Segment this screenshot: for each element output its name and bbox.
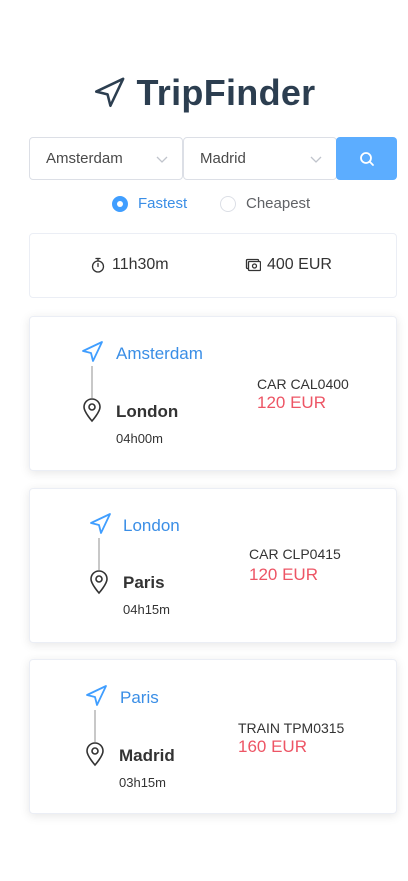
fastest-label: Fastest — [138, 195, 188, 212]
leg-price: 120 EUR — [257, 393, 326, 412]
leg-price: 120 EUR — [249, 565, 318, 584]
route-connector — [98, 538, 100, 570]
chevron-down-icon — [156, 156, 168, 163]
app-title: TripFinder — [136, 72, 316, 113]
trip-leg-card[interactable]: Paris Madrid 03h15m TRAIN TPM0315 160 EU… — [29, 659, 397, 814]
location-pin-icon — [90, 570, 108, 595]
leg-origin: Amsterdam — [116, 344, 203, 363]
trip-leg-card[interactable]: Amsterdam London 04h00m CAR CAL0400 120 … — [29, 316, 397, 471]
route-connector — [94, 710, 96, 742]
chevron-down-icon — [310, 156, 322, 163]
total-duration-value: 11h30m — [112, 256, 169, 273]
destination-select[interactable]: Madrid — [183, 137, 337, 180]
leg-destination: London — [116, 402, 179, 421]
radio-indicator — [220, 195, 236, 212]
radio-selected-indicator — [112, 195, 128, 212]
total-cost: 400 EUR — [245, 256, 332, 274]
leg-reference: CAR CAL0400 — [257, 376, 349, 392]
location-pin-icon — [86, 742, 104, 767]
app-header: TripFinder — [0, 70, 408, 116]
stopwatch-icon — [91, 257, 105, 273]
route-connector — [91, 366, 93, 398]
leg-origin: Paris — [120, 688, 159, 707]
cheapest-radio[interactable]: Cheapest — [220, 195, 310, 212]
destination-value: Madrid — [200, 150, 246, 167]
location-pin-icon — [83, 398, 101, 423]
leg-duration: 04h15m — [123, 602, 170, 617]
leg-duration: 03h15m — [119, 775, 166, 790]
sort-options: Fastest Cheapest — [0, 195, 408, 217]
leg-price: 160 EUR — [238, 737, 307, 756]
leg-origin: London — [123, 516, 180, 535]
trip-leg-card[interactable]: London Paris 04h15m CAR CLP0415 120 EUR — [29, 488, 397, 643]
departure-navigation-icon — [86, 685, 107, 706]
search-button[interactable] — [336, 137, 397, 180]
leg-reference: TRAIN TPM0315 — [238, 720, 345, 736]
leg-duration: 04h00m — [116, 431, 163, 446]
departure-navigation-icon — [90, 513, 111, 534]
departure-navigation-icon — [82, 341, 103, 362]
fastest-radio[interactable]: Fastest — [112, 195, 187, 212]
cheapest-label: Cheapest — [246, 195, 311, 212]
total-cost-value: 400 EUR — [267, 256, 332, 273]
leg-reference: CAR CLP0415 — [249, 546, 341, 562]
trip-summary: 11h30m 400 EUR — [29, 233, 397, 298]
leg-destination: Paris — [123, 573, 165, 592]
search-icon — [359, 151, 374, 166]
search-form: Amsterdam Madrid — [29, 137, 397, 180]
total-duration: 11h30m — [90, 256, 169, 274]
origin-value: Amsterdam — [46, 150, 123, 167]
origin-select[interactable]: Amsterdam — [29, 137, 183, 180]
money-icon — [245, 258, 261, 272]
navigation-arrow-icon — [95, 77, 125, 108]
leg-destination: Madrid — [119, 746, 175, 765]
